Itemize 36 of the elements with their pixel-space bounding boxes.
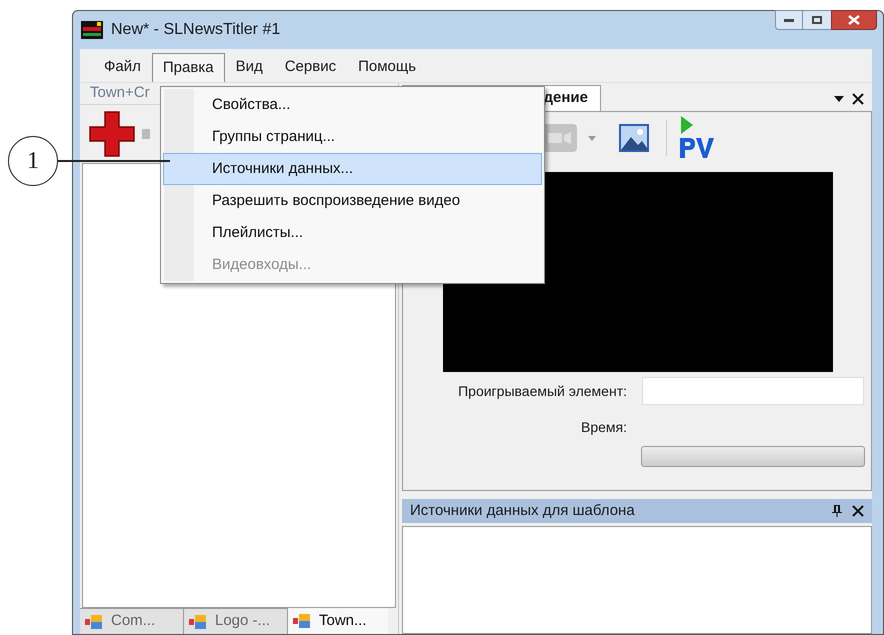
minimize-icon (784, 18, 794, 22)
callout-number: 1 (8, 136, 58, 186)
plus-icon[interactable] (88, 110, 136, 158)
play-preview-icon[interactable] (677, 116, 717, 160)
maximize-button[interactable] (803, 10, 831, 30)
menu-item[interactable]: Файл (93, 53, 152, 82)
field-label: Проигрываемый элемент: (457, 382, 627, 401)
input-field[interactable] (642, 377, 864, 405)
document-icon (293, 613, 311, 629)
pin-icon[interactable] (832, 505, 842, 517)
menu-item[interactable]: Сервис (274, 53, 348, 82)
document-icon (85, 614, 103, 630)
close-icon[interactable] (852, 93, 864, 105)
document-tab[interactable]: Town... (288, 608, 388, 634)
close-button[interactable] (831, 10, 877, 30)
minimize-button[interactable] (775, 10, 803, 30)
menu-item[interactable]: Вид (224, 53, 274, 82)
field-label: Время: (580, 418, 627, 437)
menu-option[interactable]: Разрешить воспроизведение видео (163, 185, 542, 217)
document-icon (189, 614, 207, 630)
document-tab[interactable]: Com... (80, 608, 184, 634)
close-icon[interactable] (852, 505, 864, 517)
panel-title: Источники данных для шаблона (410, 500, 635, 521)
window-title: New* - SLNewsTitler #1 (111, 20, 280, 40)
toolbar-separator-icon (142, 129, 150, 139)
menu-item[interactable]: Правка (152, 53, 225, 82)
menu-option[interactable]: Группы страниц... (163, 121, 542, 153)
document-tab[interactable]: Logo -... (184, 608, 288, 634)
menu-item[interactable]: Помощь (347, 53, 428, 82)
dropdown-arrow-icon[interactable] (834, 96, 844, 102)
maximize-icon (812, 16, 822, 24)
image-icon[interactable] (618, 123, 650, 153)
menu-option[interactable]: Плейлисты... (163, 217, 542, 249)
menu-option[interactable]: Источники данных... (163, 153, 542, 185)
app-logo-icon (81, 21, 103, 39)
close-icon (848, 15, 860, 25)
